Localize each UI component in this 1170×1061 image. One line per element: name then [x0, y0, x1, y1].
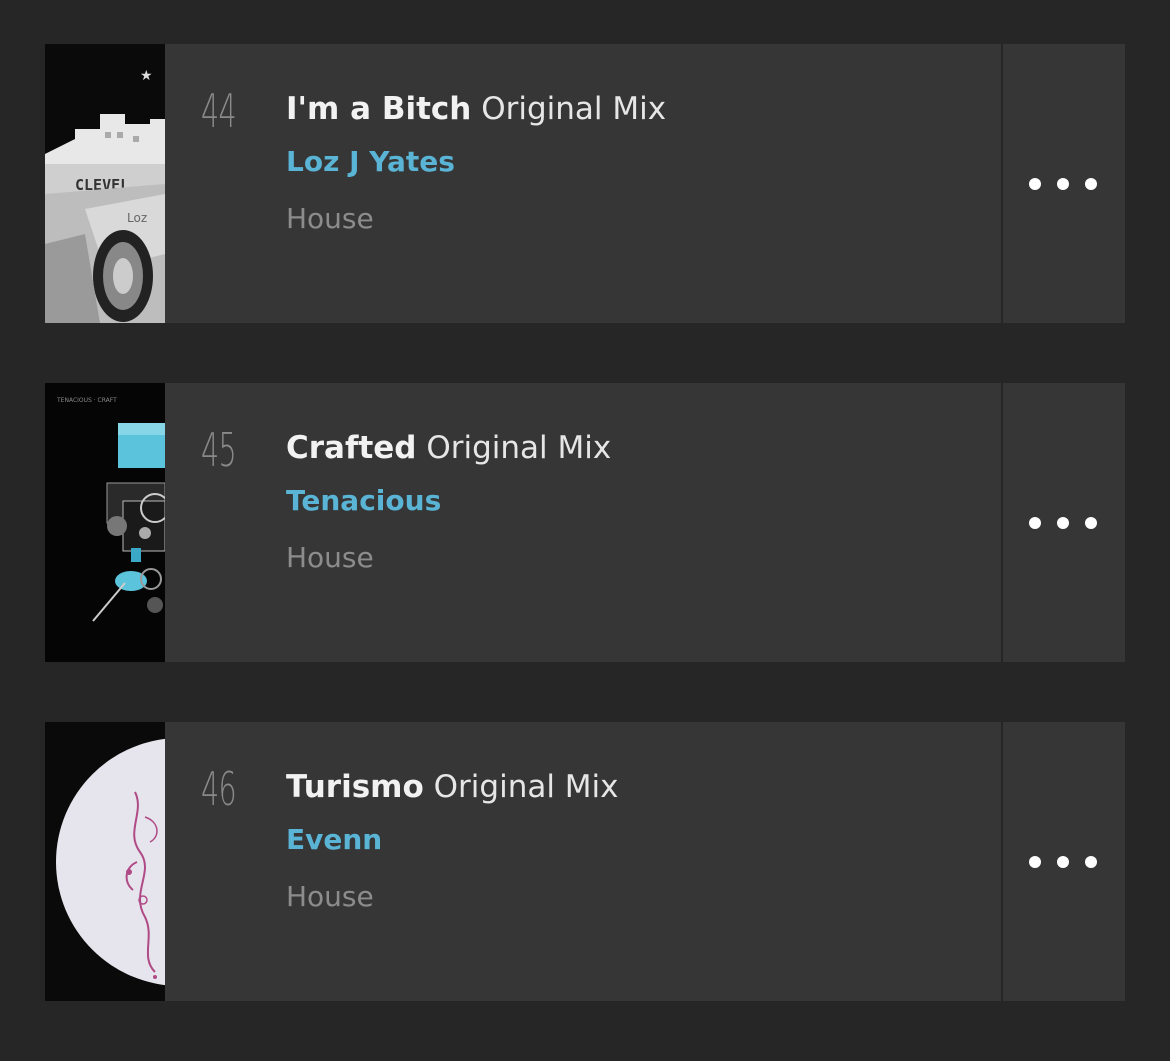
track-name[interactable]: Turismo: [286, 769, 424, 805]
more-options-button[interactable]: [1003, 383, 1123, 662]
ellipsis-horizontal-icon: [1029, 855, 1097, 868]
track-info[interactable]: 46 Turismo Original Mix Evenn House: [165, 722, 1003, 1001]
track-row[interactable]: TENACIOUS · CRAFT 45 Crafted Original Mi…: [45, 383, 1125, 662]
track-row[interactable]: ★ CLEVEL Loz 44 I'm a Bitch Original Mix…: [45, 44, 1125, 323]
ellipsis-horizontal-icon: [1029, 177, 1097, 190]
track-artist-link[interactable]: Evenn: [286, 823, 382, 857]
artwork-image: ★ CLEVEL Loz: [45, 44, 165, 323]
artwork-image: [45, 722, 165, 1001]
track-info[interactable]: 45 Crafted Original Mix Tenacious House: [165, 383, 1003, 662]
track-artist-link[interactable]: Tenacious: [286, 484, 441, 518]
track-title[interactable]: I'm a Bitch Original Mix: [286, 91, 666, 128]
artwork-image: TENACIOUS · CRAFT: [45, 383, 165, 662]
ellipsis-horizontal-icon: [1029, 516, 1097, 529]
track-artist-link[interactable]: Loz J Yates: [286, 145, 455, 179]
track-title[interactable]: Turismo Original Mix: [286, 769, 619, 806]
track-name[interactable]: I'm a Bitch: [286, 91, 471, 127]
track-mix: Original Mix: [481, 91, 667, 127]
track-info[interactable]: 44 I'm a Bitch Original Mix Loz J Yates …: [165, 44, 1003, 323]
track-mix: Original Mix: [433, 769, 619, 805]
track-number: 44: [201, 84, 237, 138]
artwork-subtext: Loz: [127, 211, 147, 225]
artwork-text: TENACIOUS · CRAFT: [56, 397, 117, 404]
more-options-button[interactable]: [1003, 722, 1123, 1001]
track-number: 46: [201, 762, 237, 816]
track-number: 45: [201, 423, 237, 477]
track-title[interactable]: Crafted Original Mix: [286, 430, 611, 467]
track-list: ★ CLEVEL Loz 44 I'm a Bitch Original Mix…: [45, 44, 1125, 1061]
svg-text:★: ★: [140, 68, 153, 84]
track-name[interactable]: Crafted: [286, 430, 416, 466]
track-genre[interactable]: House: [286, 202, 374, 236]
track-row[interactable]: 46 Turismo Original Mix Evenn House: [45, 722, 1125, 1001]
more-options-button[interactable]: [1003, 44, 1123, 323]
track-genre[interactable]: House: [286, 880, 374, 914]
track-artwork[interactable]: [45, 722, 165, 1001]
track-artwork[interactable]: ★ CLEVEL Loz: [45, 44, 165, 323]
track-genre[interactable]: House: [286, 541, 374, 575]
track-artwork[interactable]: TENACIOUS · CRAFT: [45, 383, 165, 662]
track-mix: Original Mix: [426, 430, 612, 466]
